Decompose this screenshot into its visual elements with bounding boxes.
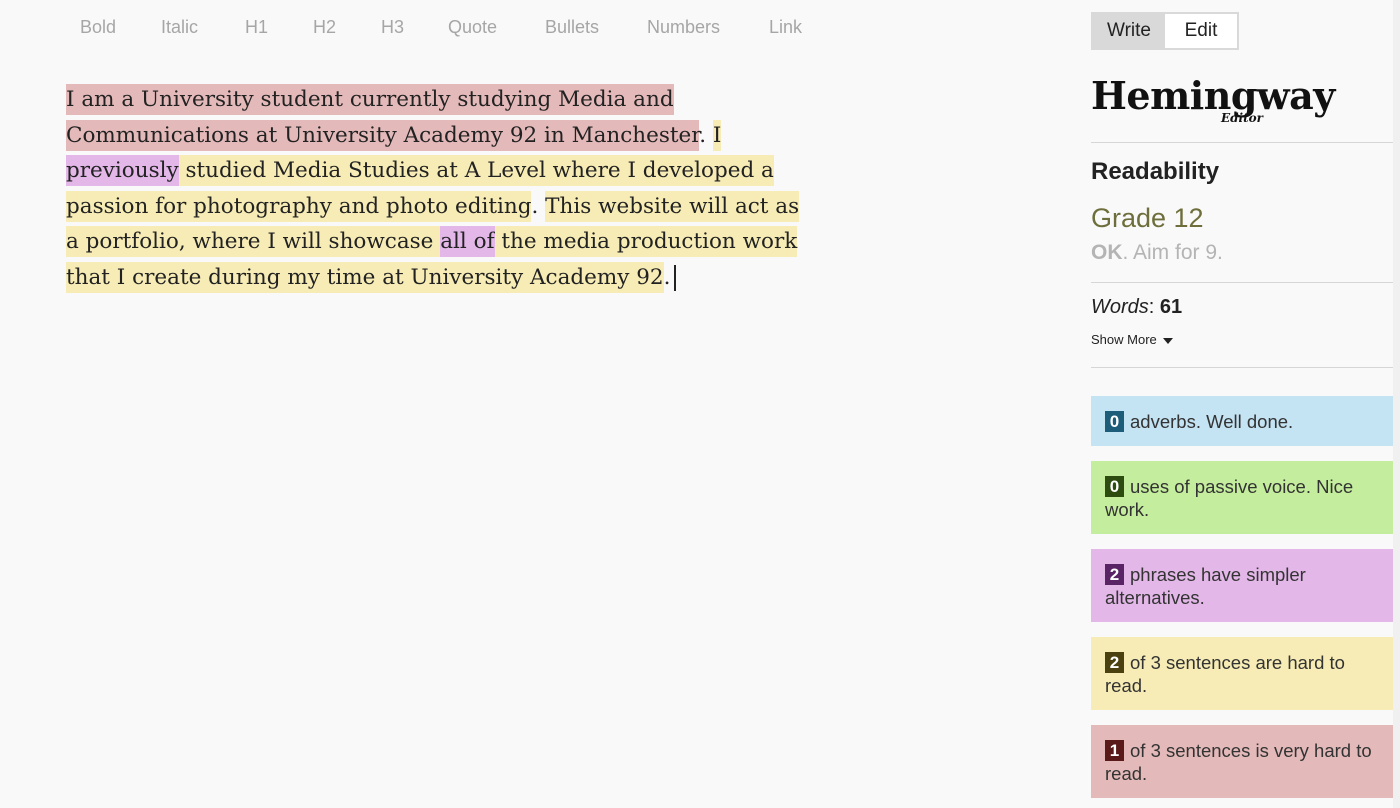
editor-line: previously studied Media Studies at A Le… <box>66 153 886 189</box>
aim-text: . Aim for 9. <box>1122 241 1223 264</box>
h2-button[interactable]: H2 <box>313 17 336 38</box>
passive-voice-card: 0 uses of passive voice. Nice work. <box>1091 461 1393 534</box>
word-count: Words: 61 <box>1091 296 1182 319</box>
passive-text: uses of passive voice. Nice work. <box>1105 476 1354 520</box>
phrases-count-badge: 2 <box>1105 564 1124 585</box>
simpler-phrases-card: 2 phrases have simpler alternatives. <box>1091 549 1393 622</box>
very-hard-sentence-highlight: I am a University student currently stud… <box>66 84 674 115</box>
plain-text: . <box>699 122 713 148</box>
show-more-label: Show More <box>1091 332 1157 347</box>
adverbs-card: 0 adverbs. Well done. <box>1091 396 1393 446</box>
adverbs-count-badge: 0 <box>1105 411 1124 432</box>
mode-toggle: Write Edit <box>1091 12 1239 50</box>
words-separator: : <box>1148 296 1160 318</box>
link-button[interactable]: Link <box>769 17 802 38</box>
hard-sentence-highlight: studied Media Studies at A Level where I… <box>178 155 774 186</box>
logo-wordmark: Hemingway <box>1091 73 1335 118</box>
numbers-button[interactable]: Numbers <box>647 17 720 38</box>
phrase-highlight: all of <box>440 226 495 257</box>
divider <box>1091 367 1393 368</box>
phrases-text: phrases have simpler alternatives. <box>1105 564 1306 608</box>
text-cursor <box>674 264 677 291</box>
readability-status: OK. Aim for 9. <box>1091 241 1223 265</box>
show-more-toggle[interactable]: Show More <box>1091 332 1173 347</box>
h1-button[interactable]: H1 <box>245 17 268 38</box>
scrollbar[interactable] <box>1393 0 1400 808</box>
text-editor[interactable]: I am a University student currently stud… <box>66 82 886 295</box>
hard-text: of 3 sentences are hard to read. <box>1105 652 1345 696</box>
phrase-highlight: previously <box>66 155 179 186</box>
readability-heading: Readability <box>1091 158 1220 185</box>
plain-text: . <box>663 264 671 290</box>
divider <box>1091 142 1393 143</box>
sidebar: Write Edit Hemingway Editor Readability … <box>1091 0 1393 808</box>
italic-button[interactable]: Italic <box>161 17 198 38</box>
hard-sentence-highlight: I <box>712 119 722 151</box>
editor-line: passion for photography and photo editin… <box>66 189 886 225</box>
editor-line: that I create during my time at Universi… <box>66 260 886 296</box>
adverbs-text: adverbs. Well done. <box>1130 411 1294 432</box>
hard-sentence-highlight: a portfolio, where I will showcase <box>66 226 441 257</box>
passive-count-badge: 0 <box>1105 476 1124 497</box>
very-hard-sentence-highlight: Communications at University Academy 92 … <box>66 119 700 151</box>
very-hard-sentences-card: 1 of 3 sentences is very hard to read. <box>1091 725 1393 798</box>
grade-level: Grade 12 <box>1091 203 1204 233</box>
editor-line: Communications at University Academy 92 … <box>66 118 886 154</box>
logo-subtitle: Editor <box>1221 111 1263 125</box>
bullets-button[interactable]: Bullets <box>545 17 599 38</box>
hard-sentence-highlight: passion for photography and photo editin… <box>66 190 532 222</box>
hemingway-logo: Hemingway Editor <box>1091 73 1335 130</box>
hard-sentences-card: 2 of 3 sentences are hard to read. <box>1091 637 1393 710</box>
edit-mode-button[interactable]: Edit <box>1165 14 1237 48</box>
caret-down-icon <box>1162 337 1173 344</box>
status-label: OK <box>1091 241 1123 264</box>
editor-line: a portfolio, where I will showcase all o… <box>66 224 886 260</box>
bold-button[interactable]: Bold <box>80 17 116 38</box>
very-hard-text: of 3 sentences is very hard to read. <box>1105 740 1372 784</box>
hard-sentence-highlight: the media production work <box>494 226 798 257</box>
quote-button[interactable]: Quote <box>448 17 497 38</box>
hard-count-badge: 2 <box>1105 652 1124 673</box>
hard-sentence-highlight: that I create during my time at Universi… <box>66 261 664 293</box>
words-value: 61 <box>1159 296 1183 318</box>
write-mode-button[interactable]: Write <box>1093 14 1165 48</box>
h3-button[interactable]: H3 <box>381 17 404 38</box>
very-hard-count-badge: 1 <box>1105 740 1124 761</box>
hard-sentence-highlight: This website will act as <box>545 190 800 222</box>
divider <box>1091 282 1393 283</box>
plain-text: . <box>531 193 546 219</box>
editor-line: I am a University student currently stud… <box>66 82 886 118</box>
words-label: Words <box>1091 296 1149 318</box>
